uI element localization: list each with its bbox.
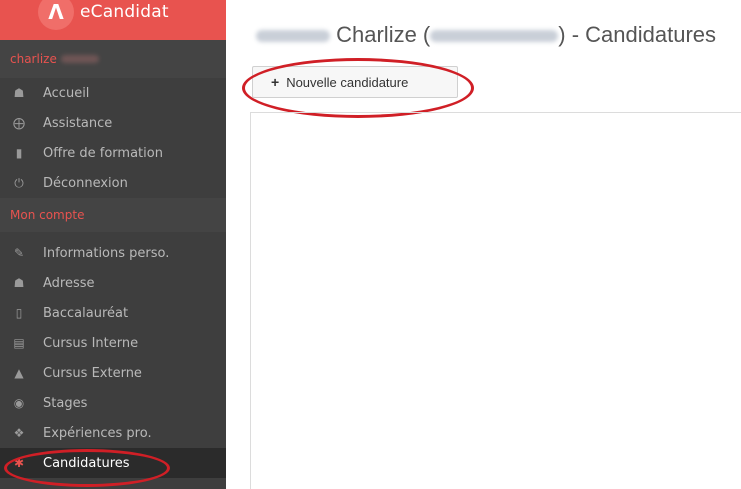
account-menu: ✎ Informations perso. ☗ Adresse ▯ Baccal… (0, 238, 226, 478)
sidebar-item-candidatures[interactable]: ✱ Candidatures (0, 448, 226, 478)
new-application-button[interactable]: + Nouvelle candidature (252, 66, 458, 98)
bookmark-icon: ▮ (15, 146, 23, 160)
sidebar-item-experiences-pro[interactable]: ❖ Expériences pro. (0, 418, 226, 448)
graduation-cap-icon: ▲ (14, 366, 24, 380)
sidebar-item-assistance[interactable]: ⨁ Assistance (0, 108, 226, 138)
user-name: charlize (0, 40, 226, 78)
sidebar-item-label: Déconnexion (43, 175, 128, 191)
new-application-label: Nouvelle candidature (286, 74, 409, 90)
sidebar-item-label: Candidatures (43, 455, 130, 471)
sidebar-item-stages[interactable]: ◉ Stages (0, 388, 226, 418)
sidebar-item-label: Cursus Externe (43, 365, 142, 381)
page-title-suffix: ) - Candidatures (558, 22, 717, 47)
asterisk-icon: ✱ (13, 456, 25, 470)
sidebar: Λ eCandidat charlize ☗ Accueil ⨁ Assista… (0, 0, 226, 489)
redacted-last-name (256, 30, 330, 43)
section-heading-mon-compte: Mon compte (0, 198, 226, 232)
institution-icon: ▤ (13, 336, 25, 350)
cubes-icon: ❖ (13, 426, 25, 440)
plus-icon: + (271, 74, 280, 90)
app-logo: Λ (38, 0, 74, 30)
pencil-icon: ✎ (13, 246, 25, 260)
sidebar-item-label: Expériences pro. (43, 425, 152, 441)
sidebar-item-label: Stages (43, 395, 88, 411)
page-title-name: Charlize ( (336, 22, 431, 47)
power-icon: ⏻ (14, 175, 24, 190)
user-first-name: charlize (10, 52, 57, 66)
sidebar-item-informations-perso[interactable]: ✎ Informations perso. (0, 238, 226, 268)
main-content: Charlize ( ) - Candidatures + Nouvelle ca… (226, 0, 741, 489)
sidebar-item-cursus-externe[interactable]: ▲ Cursus Externe (0, 358, 226, 388)
globe-icon: ◉ (13, 396, 25, 410)
sidebar-item-label: Assistance (43, 115, 113, 131)
sidebar-item-adresse[interactable]: ☗ Adresse (0, 268, 226, 298)
sidebar-item-label: Offre de formation (43, 145, 163, 161)
app-title: eCandidat (80, 2, 169, 22)
redacted-student-id (430, 30, 559, 43)
brand-header[interactable]: Λ eCandidat (0, 0, 226, 40)
sidebar-item-label: Cursus Interne (43, 335, 139, 351)
sidebar-item-label: Informations perso. (43, 245, 170, 261)
lifebuoy-icon: ⨁ (13, 116, 25, 130)
book-icon: ▯ (15, 306, 23, 320)
sidebar-item-label: Adresse (43, 275, 95, 291)
home-icon: ☗ (13, 276, 25, 290)
sidebar-item-offre-de-formation[interactable]: ▮ Offre de formation (0, 138, 226, 168)
sidebar-item-deconnexion[interactable]: ⏻ Déconnexion (0, 168, 226, 198)
sidebar-item-accueil[interactable]: ☗ Accueil (0, 78, 226, 108)
sidebar-item-cursus-interne[interactable]: ▤ Cursus Interne (0, 328, 226, 358)
sidebar-item-label: Accueil (43, 85, 90, 101)
redacted-surname (60, 55, 99, 63)
main-menu: ☗ Accueil ⨁ Assistance ▮ Offre de format… (0, 78, 226, 198)
home-icon: ☗ (13, 86, 25, 100)
sidebar-item-label: Baccalauréat (43, 305, 129, 321)
applications-panel (250, 112, 741, 489)
page-title: Charlize ( ) - Candidatures (256, 22, 716, 48)
sidebar-item-baccalaureat[interactable]: ▯ Baccalauréat (0, 298, 226, 328)
